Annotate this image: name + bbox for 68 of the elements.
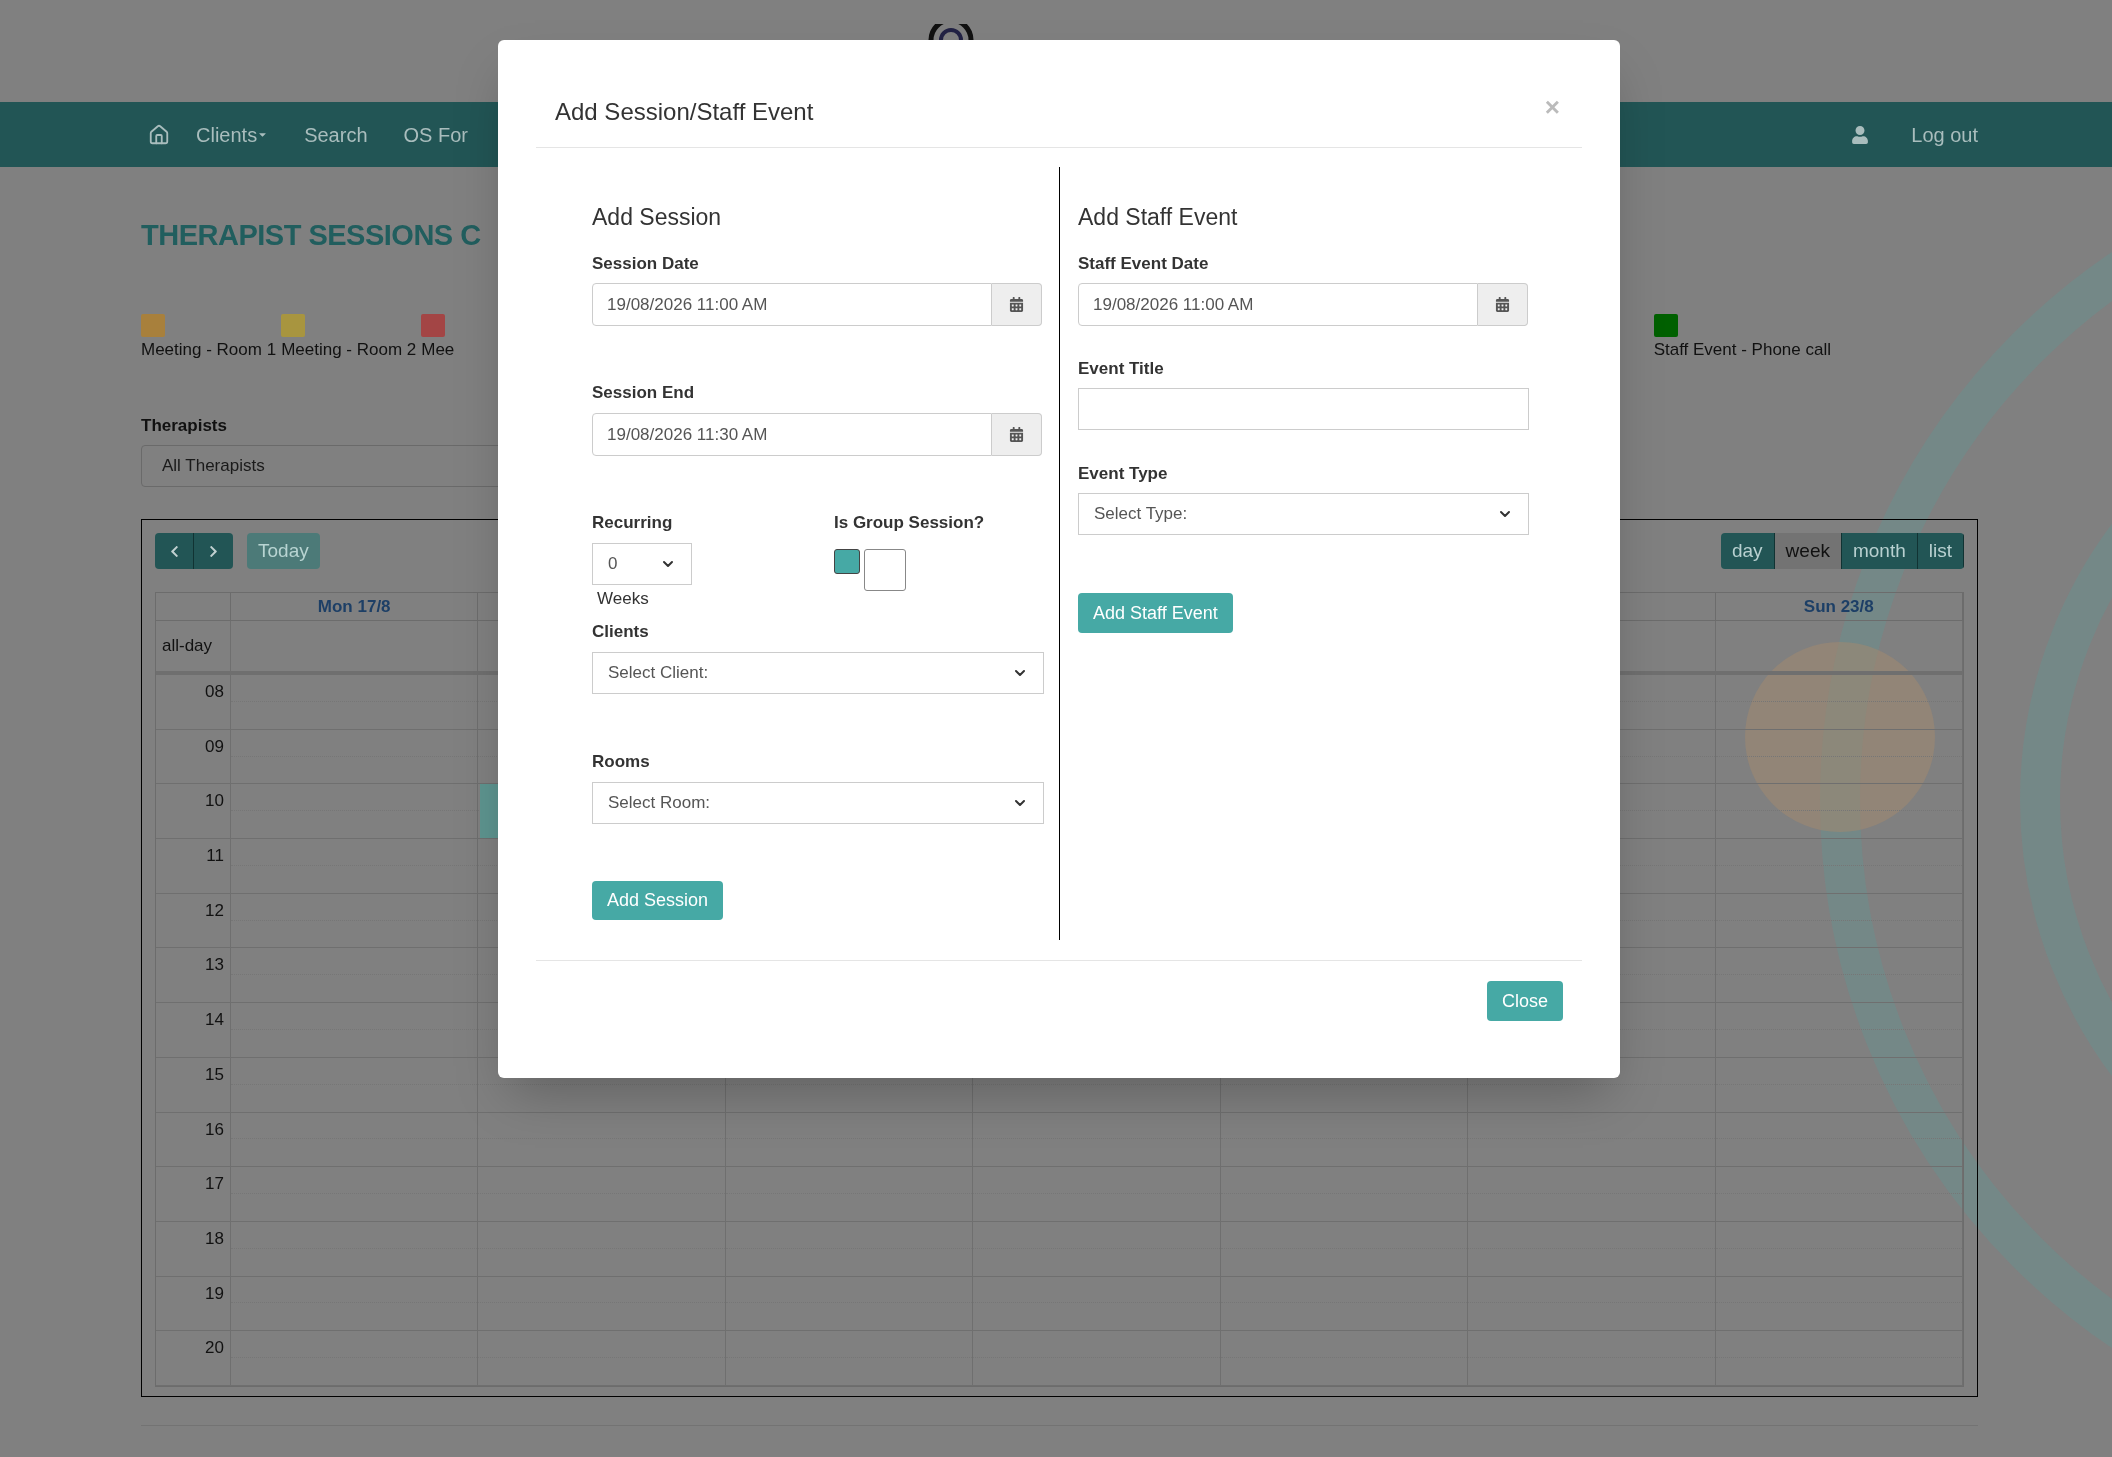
hour-label: 11	[206, 845, 224, 868]
day-header: Sun 23/8	[1803, 595, 1874, 618]
calendar-icon	[1009, 427, 1024, 442]
hour-label: 17	[205, 1173, 224, 1196]
recurring-select[interactable]: 0	[592, 543, 692, 585]
nav-link[interactable]: Search	[304, 119, 368, 150]
hour-label: 10	[205, 790, 224, 813]
calendar-button[interactable]	[992, 283, 1042, 326]
hour-label: 12	[205, 899, 224, 922]
view-tab[interactable]: month	[1841, 533, 1918, 569]
hour-label: 13	[205, 954, 224, 977]
section-heading: Add Session	[592, 203, 723, 232]
add-session-button[interactable]: Add Session	[592, 881, 724, 920]
home-icon[interactable]	[148, 123, 170, 146]
logout-link[interactable]: Log out	[1911, 119, 1978, 150]
field-label: Is Group Session?	[834, 512, 985, 534]
logo-icon	[928, 24, 974, 40]
field-label: Session Date	[592, 253, 699, 275]
add-staff-event-button[interactable]: Add Staff Event	[1078, 593, 1233, 633]
date-field[interactable]: 19/08/2026 11:00 AM	[1078, 283, 1478, 326]
calendar-button[interactable]	[992, 413, 1042, 456]
calendar-button[interactable]	[1478, 283, 1528, 326]
nav-link[interactable]: Clients	[196, 119, 269, 150]
hour-label: 20	[205, 1337, 224, 1360]
weeks-label: Weeks	[596, 588, 650, 610]
hour-label: 18	[205, 1227, 224, 1250]
hour-label: 19	[205, 1282, 224, 1305]
hour-label: 16	[205, 1118, 224, 1141]
room-select[interactable]: Select Room:	[592, 782, 1044, 824]
date-field[interactable]: 19/08/2026 11:30 AM	[592, 413, 992, 456]
date-field[interactable]: 19/08/2026 11:00 AM	[592, 283, 992, 326]
event-title-field[interactable]	[1078, 388, 1529, 430]
hour-label: 14	[205, 1009, 224, 1032]
field-label: Event Type	[1078, 463, 1168, 485]
modal-title: Add Session/Staff Event	[555, 96, 814, 127]
chevron-right-icon	[207, 544, 220, 558]
hour-label: 09	[205, 735, 224, 758]
field-label: Staff Event Date	[1078, 253, 1209, 275]
calendar-icon	[1495, 297, 1510, 312]
page-title: THERAPIST SESSIONS C	[141, 218, 481, 253]
field-label: Session End	[592, 382, 695, 404]
client-select[interactable]: Select Client:	[592, 652, 1044, 694]
close-button[interactable]: Close	[1486, 981, 1563, 1021]
calendar-icon	[1009, 297, 1024, 312]
field-label: Therapists	[141, 415, 227, 437]
field-label: Event Title	[1078, 358, 1164, 380]
legend-label: Meeting - Room 2	[281, 339, 417, 361]
group-session-checkbox[interactable]	[864, 549, 906, 591]
hour-label: 08	[205, 681, 224, 703]
field-label: Recurring	[592, 512, 673, 534]
view-tab[interactable]: day	[1720, 533, 1775, 569]
view-tab[interactable]: week	[1774, 533, 1842, 569]
field-label: Rooms	[592, 751, 650, 773]
event-type-select[interactable]: Select Type:	[1078, 493, 1529, 535]
toggle-knob	[834, 549, 860, 574]
nav-link[interactable]: OS For	[403, 119, 468, 150]
legend-label: Mee	[421, 339, 455, 361]
legend-label: Meeting - Room 1	[141, 339, 277, 361]
all-day-label: all-day	[162, 635, 213, 658]
next-button[interactable]	[194, 533, 233, 569]
view-tab[interactable]: list	[1917, 533, 1964, 569]
section-heading: Add Staff Event	[1078, 203, 1239, 232]
day-header: Mon 17/8	[317, 595, 391, 618]
user-icon[interactable]	[1851, 125, 1870, 144]
hour-label: 15	[205, 1063, 224, 1086]
field-label: Clients	[592, 621, 649, 643]
legend-label: Staff Event - Phone call	[1653, 339, 1831, 361]
previous-button[interactable]	[155, 533, 194, 569]
